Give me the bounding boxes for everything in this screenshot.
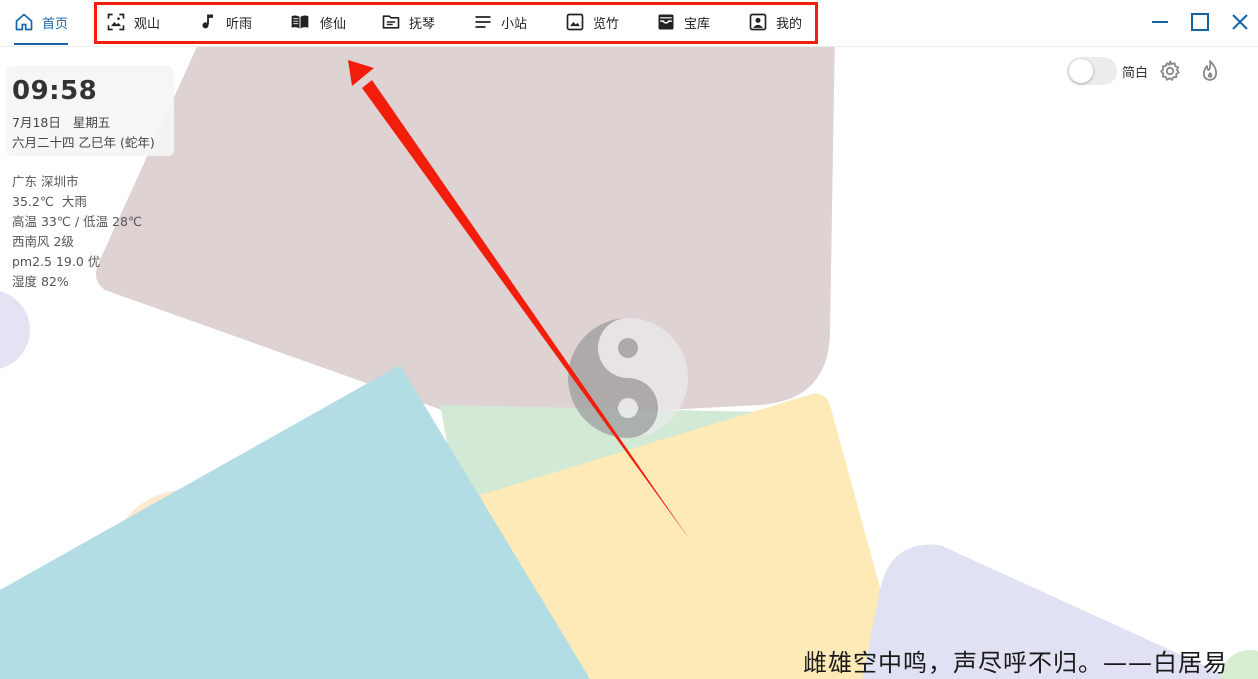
nav-item-label: 抚琴: [409, 16, 436, 32]
gear-icon[interactable]: [1158, 59, 1182, 83]
maximize-button[interactable]: [1186, 8, 1214, 36]
active-tab-indicator: [14, 43, 69, 45]
minimize-icon: [1152, 21, 1168, 23]
nav-item-xiaozhan[interactable]: 小站: [473, 0, 527, 44]
nav-item-baoku[interactable]: 宝库: [656, 0, 710, 44]
text-lines-icon: [475, 16, 491, 28]
close-button[interactable]: [1226, 8, 1254, 36]
clock-date: 7月18日: [12, 115, 61, 130]
nav-item-label: 小站: [501, 16, 528, 32]
image-icon: [566, 13, 584, 31]
yin-yang-icon: [568, 318, 688, 438]
mountain-image-icon: [107, 13, 125, 31]
weather-wind: 西南风 2级: [12, 234, 74, 249]
clock-date-row: 7月18日 星期五: [12, 112, 110, 131]
theme-toggle-label: 简白: [1122, 66, 1149, 81]
weather-range: 高温 33℃ / 低温 28℃: [12, 214, 142, 229]
nav-item-wode[interactable]: 我的: [748, 0, 802, 44]
theme-toggle[interactable]: [1067, 57, 1117, 85]
clock-weekday: 星期五: [72, 115, 111, 130]
nav-item-guanshan[interactable]: 观山: [106, 0, 160, 44]
minimize-button[interactable]: [1146, 8, 1174, 36]
nav-item-label: 观山: [134, 16, 161, 32]
inbox-tray-icon: [658, 14, 674, 30]
home-icon: [15, 13, 33, 31]
folder-list-icon: [382, 15, 400, 29]
weather-current: 35.2℃ 大雨: [12, 194, 87, 209]
weather-location: 广东 深圳市: [12, 174, 79, 189]
clock-lunar: 六月二十四 乙巳年 (蛇年): [12, 135, 155, 150]
nav-item-xiuxian[interactable]: 修仙: [288, 0, 346, 44]
flame-icon[interactable]: [1198, 59, 1222, 83]
weather-air: pm2.5 19.0 优: [12, 254, 101, 269]
open-book-icon: [291, 15, 309, 29]
nav-item-label: 览竹: [593, 16, 620, 32]
nav-home-tab[interactable]: 首页: [14, 0, 69, 45]
nav-item-tingyu[interactable]: 听雨: [198, 0, 252, 44]
bg-lavender-edge: [0, 291, 30, 369]
nav-item-label: 听雨: [226, 16, 253, 32]
nav-item-lanzhu[interactable]: 览竹: [565, 0, 619, 44]
maximize-icon: [1191, 13, 1209, 31]
nav-item-fuqin[interactable]: 抚琴: [381, 0, 435, 44]
weather-panel: 广东 深圳市 35.2℃ 大雨 高温 33℃ / 低温 28℃ 西南风 2级 p…: [12, 172, 142, 292]
bg-mauve-card: [96, 30, 835, 420]
top-nav-bar: 首页 观山 听雨 修仙 抚琴 小站 览竹 宝库 我的: [0, 0, 1258, 47]
weather-humidity: 湿度 82%: [12, 274, 69, 289]
user-portrait-icon: [749, 13, 767, 31]
nav-home-label: 首页: [42, 16, 69, 32]
music-note-icon: [202, 14, 213, 29]
poem-quote: 雌雄空中鸣，声尽呼不归。——白居易: [803, 649, 1228, 677]
clock-card: 09:58 7月18日 星期五 六月二十四 乙巳年 (蛇年): [6, 66, 174, 156]
nav-item-label: 宝库: [684, 16, 711, 32]
clock-time: 09:58: [12, 76, 98, 106]
close-icon: [1232, 14, 1248, 30]
nav-item-label: 修仙: [320, 16, 347, 32]
toggle-knob: [1069, 59, 1093, 83]
background-art: [0, 30, 1258, 679]
nav-item-label: 我的: [776, 16, 803, 32]
